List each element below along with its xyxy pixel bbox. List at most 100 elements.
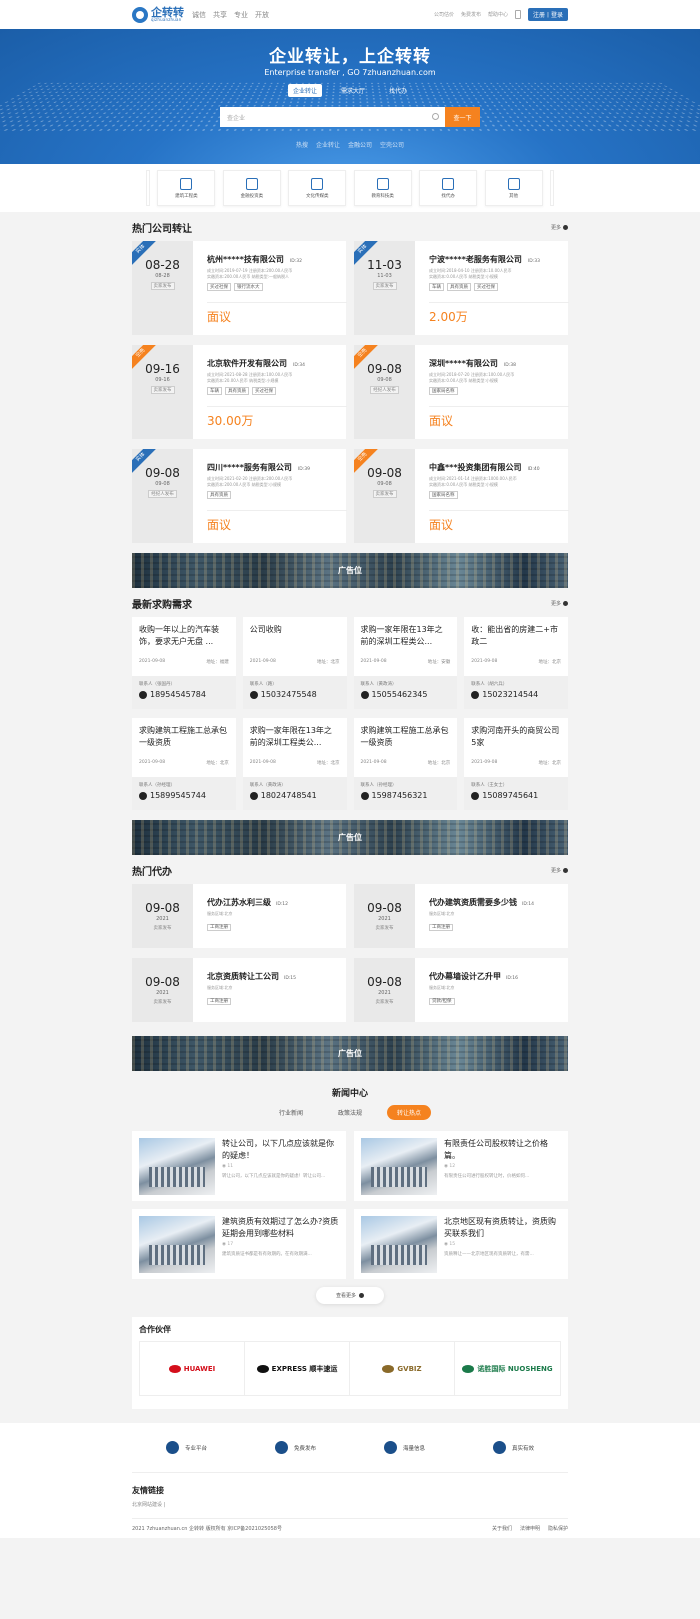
news-card[interactable]: 有限责任公司股权转让之价格篇。 ◉ 12 有限责任公司进行股权转让时，价格如何...: [354, 1131, 568, 1201]
demand-title[interactable]: 求购一家年限在13年之前的深圳工程类公...: [243, 718, 347, 758]
more-link[interactable]: 更多: [551, 867, 568, 874]
category-other[interactable]: 其他: [484, 170, 543, 206]
category-finance[interactable]: 金融投资类: [222, 170, 281, 206]
company-card[interactable]: 空壳 09-16 09-16 卖家发布 北京软件开发有限公司 ID:34 成立时间:2021…: [132, 345, 347, 439]
demand-card[interactable]: 求购建筑工程施工总承包一级资质 2021-09-08 地址：北京 联系人（孙经理） 15…: [132, 718, 236, 810]
company-card[interactable]: 空壳 09-08 09-08 卖家发布 中鑫***投资集团有限公司 ID:40 成立时间:2…: [354, 449, 569, 543]
search-button[interactable]: 查一下: [445, 107, 480, 127]
news-headline[interactable]: 有限责任公司股权转让之价格篇。: [444, 1138, 561, 1162]
company-name[interactable]: 北京软件开发有限公司: [207, 358, 287, 369]
more-link[interactable]: 更多: [551, 224, 568, 231]
phone-number[interactable]: 18954545784: [150, 690, 206, 699]
link-valuation[interactable]: 公司估价: [434, 11, 454, 18]
news-card[interactable]: 北京地区现有资质转让，资质购买联系我们 ◉ 15 资质释让——北京地区现有资质转让，…: [354, 1209, 568, 1279]
footer: 专业平台 免费发布 海量信息 真实有效 友情链接 北京网站建设 | 2021 7…: [0, 1423, 700, 1538]
site-logo[interactable]: 企转转 qizhuanzhuan: [132, 6, 188, 23]
ad-banner[interactable]: 广告位: [132, 1036, 568, 1071]
demand-card[interactable]: 求购一家年限在13年之前的深圳工程类公... 2021-09-08 地址：北京 联系人…: [242, 718, 347, 810]
news-views: ◉ 17: [222, 1242, 339, 1247]
carousel-edge-left[interactable]: [146, 170, 150, 206]
friend-links[interactable]: 北京网站建设 |: [132, 1501, 568, 1508]
category-construction[interactable]: 建筑工程类: [157, 170, 216, 206]
link-help[interactable]: 帮助中心: [488, 11, 508, 18]
carousel-edge-right[interactable]: [549, 170, 554, 206]
nav-item[interactable]: 专业: [234, 10, 248, 20]
agency-card[interactable]: 09-08 2021 卖家发布 代办江苏水利三级 ID:12 服务区域:北京 工商注册: [132, 884, 346, 948]
tab-industry-news[interactable]: 行业新闻: [269, 1105, 313, 1120]
phone-number[interactable]: 15987456321: [372, 791, 428, 800]
demand-title[interactable]: 公司收购: [243, 617, 347, 657]
phone-number[interactable]: 15055462345: [372, 690, 428, 699]
nav-item[interactable]: 开放: [255, 10, 269, 20]
agency-name[interactable]: 北京资质转让工公司: [207, 971, 279, 982]
footer-link-about[interactable]: 关于我们: [492, 1525, 512, 1532]
tab-transfer-hot[interactable]: 转让热点: [387, 1105, 432, 1120]
demand-title[interactable]: 收购一年以上的汽车装饰，要求无户无盘 ...: [132, 617, 236, 657]
agency-card[interactable]: 09-08 2021 卖家发布 代办幕墙设计乙升甲 ID:16 服务区域:北京 贷款/担保: [354, 958, 568, 1022]
ad-banner[interactable]: 广告位: [132, 553, 568, 588]
tab-demand-hall[interactable]: 需求大厅: [336, 84, 370, 97]
footer-link-legal[interactable]: 法律申明: [520, 1525, 540, 1532]
nav-item[interactable]: 共享: [213, 10, 227, 20]
company-id: ID:40: [527, 467, 540, 472]
hot-word[interactable]: 空壳公司: [380, 140, 404, 149]
agency-name[interactable]: 代办建筑资质需要多少钱: [429, 897, 517, 908]
phone-number[interactable]: 15899545744: [150, 791, 206, 800]
agency-card[interactable]: 09-08 2021 卖家发布 代办建筑资质需要多少钱 ID:14 服务区域:北京 工商注册: [354, 884, 568, 948]
news-headline[interactable]: 北京地区现有资质转让，资质购买联系我们: [444, 1216, 561, 1240]
search-input[interactable]: 查企业: [220, 107, 445, 127]
category-agent[interactable]: 找代办: [419, 170, 478, 206]
company-name[interactable]: 杭州*****技有限公司: [207, 254, 284, 265]
demand-title[interactable]: 求购建筑工程施工总承包一级资质: [132, 718, 236, 758]
company-card[interactable]: 实体 09-08 09-08 经纪人发布 四川*****服务有限公司 ID:39 成立时间:…: [132, 449, 347, 543]
demand-card[interactable]: 求购一家年限在13年之前的深圳工程类公... 2021-09-08 地址：安徽 联系人…: [353, 617, 458, 709]
news-headline[interactable]: 建筑资质有效期过了怎么办?资质延期会用到哪些材料: [222, 1216, 339, 1240]
partner-logo[interactable]: 诺胜国际 NUOSHENG: [455, 1342, 560, 1395]
company-card[interactable]: 空壳 09-08 09-08 经纪人发布 深圳*****有限公司 ID:38 成立时间:20…: [354, 345, 569, 439]
category-education[interactable]: 教育科技类: [353, 170, 412, 206]
company-card[interactable]: 实体 11-03 11-03 卖家发布 宁波*****老服务有限公司 ID:33 成立时间:…: [354, 241, 569, 335]
demand-title[interactable]: 求购一家年限在13年之前的深圳工程类公...: [354, 617, 458, 657]
mobile-phone-icon[interactable]: [514, 10, 521, 19]
news-headline[interactable]: 转让公司，以下几点应该就是你的疑虑！: [222, 1138, 339, 1162]
phone-number[interactable]: 15023214544: [482, 690, 538, 699]
demand-card[interactable]: 收：能出省的房建二+市政二 2021-09-08 地址：北京 联系人（胡六兵） 1502…: [464, 617, 568, 709]
company-name[interactable]: 中鑫***投资集团有限公司: [429, 462, 522, 473]
demand-title[interactable]: 求购建筑工程施工总承包一级资质: [354, 718, 458, 758]
nav-item[interactable]: 诚信: [192, 10, 206, 20]
footer-link-privacy[interactable]: 隐私保护: [548, 1525, 568, 1532]
tab-policy[interactable]: 政策法规: [328, 1105, 372, 1120]
partner-logo[interactable]: EXPRESS 顺丰速运: [245, 1342, 350, 1395]
demand-card[interactable]: 求购建筑工程施工总承包一级资质 2021-09-08 地址：北京 联系人（孙经理） 15…: [353, 718, 458, 810]
demand-card[interactable]: 求购河南开头的商贸公司5家 2021-09-08 地址：北京 联系人（王女士） 1508…: [464, 718, 568, 810]
news-card[interactable]: 建筑资质有效期过了怎么办?资质延期会用到哪些材料 ◉ 17 建筑资质证书都是有有效期…: [132, 1209, 346, 1279]
agency-card[interactable]: 09-08 2021 卖家发布 北京资质转让工公司 ID:15 服务区域:北京 工商注册: [132, 958, 346, 1022]
news-card[interactable]: 转让公司，以下几点应该就是你的疑虑！ ◉ 11 转让公司，以下几点应该就是你的疑虑！…: [132, 1131, 346, 1201]
hot-word[interactable]: 企业转让: [316, 140, 340, 149]
view-more-button[interactable]: 查看更多: [315, 1287, 384, 1304]
partner-logo[interactable]: GVBIZ: [350, 1342, 455, 1395]
phone-number[interactable]: 15032475548: [261, 690, 317, 699]
demand-title[interactable]: 收：能出省的房建二+市政二: [464, 617, 568, 657]
company-name[interactable]: 宁波*****老服务有限公司: [429, 254, 522, 265]
tab-find-agent[interactable]: 找代办: [384, 84, 412, 97]
hot-word[interactable]: 金融公司: [348, 140, 372, 149]
phone-number[interactable]: 15089745641: [482, 791, 538, 800]
agency-name[interactable]: 代办江苏水利三级: [207, 897, 271, 908]
company-name[interactable]: 深圳*****有限公司: [429, 358, 498, 369]
phone-number[interactable]: 18024748541: [261, 791, 317, 800]
tab-company-transfer[interactable]: 企业转让: [287, 84, 322, 97]
category-media[interactable]: 文化传媒类: [288, 170, 347, 206]
demand-card[interactable]: 收购一年以上的汽车装饰，要求无户无盘 ... 2021-09-08 地址：福建 联系人…: [132, 617, 236, 709]
company-card[interactable]: 实体 08-28 08-28 卖家发布 杭州*****技有限公司 ID:32 成立时间:20…: [132, 241, 347, 335]
arrow-circle-icon: [563, 867, 568, 873]
demand-card[interactable]: 公司收购 2021-09-08 地址：北京 联系人（路） 15032475548: [242, 617, 347, 709]
login-button[interactable]: 注册丨登录: [527, 8, 568, 21]
more-link[interactable]: 更多: [551, 600, 568, 607]
agency-name[interactable]: 代办幕墙设计乙升甲: [429, 971, 501, 982]
link-publish[interactable]: 免费发布: [461, 11, 481, 18]
ad-banner[interactable]: 广告位: [132, 820, 568, 855]
partner-logo[interactable]: HUAWEI: [140, 1342, 245, 1395]
company-name[interactable]: 四川*****服务有限公司: [207, 462, 292, 473]
demand-title[interactable]: 求购河南开头的商贸公司5家: [464, 718, 568, 758]
